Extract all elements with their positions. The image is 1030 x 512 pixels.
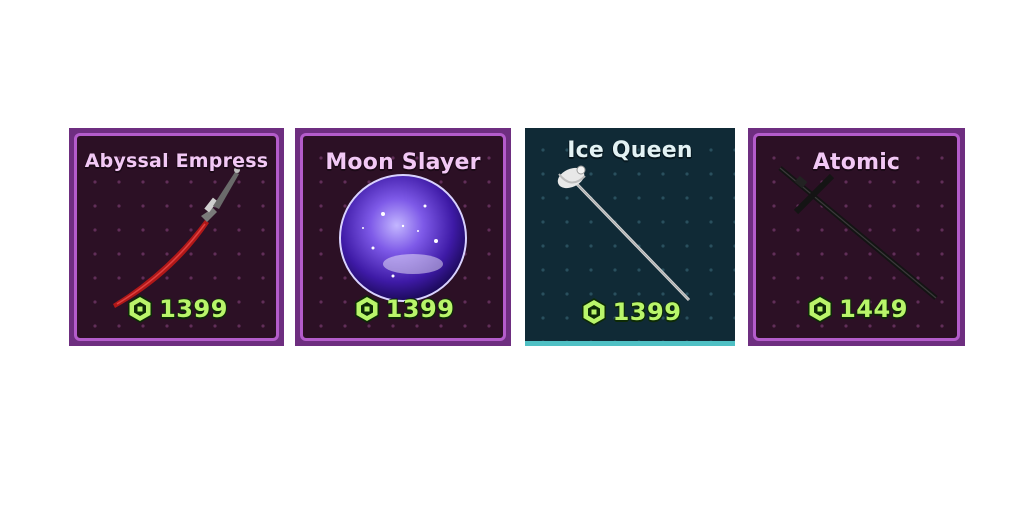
card-inner: Moon Slayer 1399 <box>300 133 506 341</box>
shop-item-card-abyssal-empress[interactable]: Abyssal Empress 1399 <box>69 128 284 346</box>
price-value: 1399 <box>385 295 455 323</box>
price-tag: 1449 <box>756 294 957 324</box>
card-inner: Atomic 1449 <box>753 133 960 341</box>
card-inner: Ice Queen 1399 <box>525 128 735 341</box>
shop-item-card-moon-slayer[interactable]: Moon Slayer 1399 <box>295 128 511 346</box>
price-value: 1399 <box>159 295 228 323</box>
robux-icon <box>128 295 153 323</box>
item-name: Moon Slayer <box>325 150 481 175</box>
robux-icon <box>808 295 833 323</box>
item-name: Atomic <box>812 150 901 175</box>
price-tag: 1399 <box>303 294 503 324</box>
robux-icon <box>354 295 379 323</box>
shop-item-card-ice-queen[interactable]: Ice Queen 1399 <box>525 128 735 346</box>
item-name: Ice Queen <box>567 138 693 163</box>
robux-icon <box>581 298 606 326</box>
price-tag: 1399 <box>525 297 735 327</box>
item-name: Abyssal Empress <box>84 150 269 172</box>
price-value: 1449 <box>839 295 908 323</box>
price-tag: 1399 <box>77 294 276 324</box>
card-inner: Abyssal Empress 1399 <box>74 133 279 341</box>
price-value: 1399 <box>612 298 682 326</box>
shop-item-card-atomic[interactable]: Atomic 1449 <box>748 128 965 346</box>
